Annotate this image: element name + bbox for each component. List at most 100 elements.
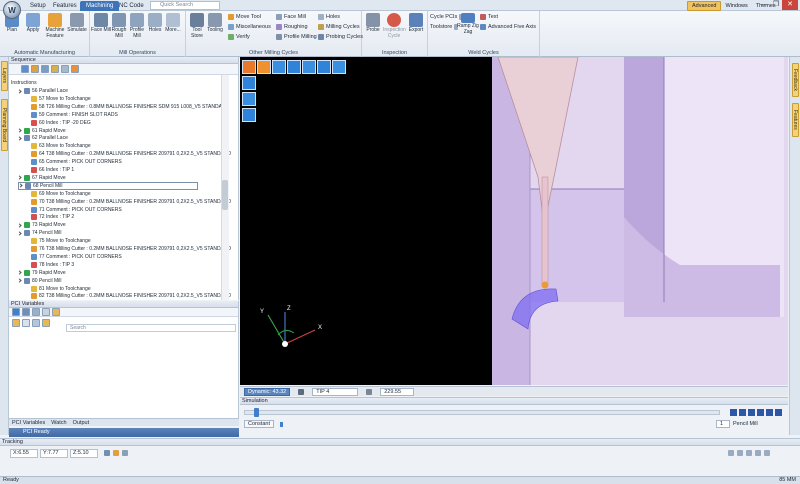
- seq-tool-1-icon[interactable]: [21, 65, 29, 73]
- filter-2-icon[interactable]: [22, 319, 30, 327]
- quick-search-input[interactable]: Quick Search: [150, 1, 220, 10]
- expand-icon[interactable]: [18, 183, 23, 188]
- fast-forward-icon[interactable]: [775, 409, 782, 416]
- track-tool-2-icon[interactable]: [113, 450, 119, 456]
- sequence-item[interactable]: 81 Move to Toolchange: [31, 285, 91, 293]
- stop-icon[interactable]: [730, 409, 737, 416]
- sequence-item[interactable]: 57 Move to Toolchange: [31, 95, 91, 103]
- expand-icon[interactable]: [17, 223, 22, 228]
- sequence-item[interactable]: 77 Comment : PICK OUT CORNERS: [31, 253, 122, 261]
- export-button[interactable]: Export: [405, 13, 427, 34]
- step-input[interactable]: 1: [716, 420, 730, 428]
- move-tool-button[interactable]: Move Tool: [228, 13, 261, 21]
- advanced-five-axis-button[interactable]: Advanced Five Axis: [480, 23, 536, 31]
- ramp-zig-zag-button[interactable]: Ramp Zig Zag: [456, 13, 480, 35]
- front-view-icon[interactable]: [242, 108, 256, 122]
- zoom-view-icon[interactable]: [302, 60, 316, 74]
- track-tool-1-icon[interactable]: [104, 450, 110, 456]
- step-back-icon[interactable]: [748, 409, 755, 416]
- zoom-level-select[interactable]: 229.55: [380, 387, 415, 396]
- simulate-button[interactable]: Simulate: [66, 13, 88, 34]
- tab-output[interactable]: Output: [73, 420, 90, 426]
- text-button[interactable]: Text: [480, 13, 498, 21]
- sequence-item[interactable]: 65 Comment : PICK OUT CORNERS: [31, 158, 122, 166]
- tab-features[interactable]: Features: [47, 1, 83, 11]
- simulation-timeline-thumb[interactable]: [254, 408, 260, 417]
- snap-3-icon[interactable]: [746, 450, 752, 456]
- seq-tool-3-icon[interactable]: [41, 65, 49, 73]
- filter-3-icon[interactable]: [32, 319, 40, 327]
- top-view-icon[interactable]: [242, 92, 256, 106]
- play-icon[interactable]: [757, 409, 764, 416]
- machine-feature-button[interactable]: Machine Feature: [44, 13, 66, 39]
- fit-view-icon[interactable]: [332, 60, 346, 74]
- sequence-item[interactable]: 61 Rapid Move: [17, 127, 66, 135]
- track-tool-3-icon[interactable]: [122, 450, 128, 456]
- maximize-icon[interactable]: ❐: [770, 0, 782, 10]
- sequence-item[interactable]: 69 Move to Toolchange: [31, 190, 91, 198]
- snap-1-icon[interactable]: [728, 450, 734, 456]
- snap-2-icon[interactable]: [737, 450, 743, 456]
- speed-slider[interactable]: [280, 422, 283, 427]
- sequence-item[interactable]: 75 Move to Toolchange: [31, 237, 91, 245]
- sequence-item[interactable]: 67 Rapid Move: [17, 174, 66, 182]
- probing-cycles-button[interactable]: Probing Cycles: [318, 33, 363, 41]
- filter-4-icon[interactable]: [42, 319, 50, 327]
- sequence-item[interactable]: 56 Parallel Lace: [17, 87, 68, 95]
- snap-4-icon[interactable]: [755, 450, 761, 456]
- sequence-item[interactable]: 62 Parallel Lace: [17, 134, 68, 142]
- holes-small-button[interactable]: Holes: [318, 13, 340, 21]
- sequence-item[interactable]: 63 Move to Toolchange: [31, 142, 91, 150]
- sequence-item[interactable]: 66 Index : TIP 1: [31, 166, 74, 174]
- sequence-root[interactable]: Instructions: [11, 79, 37, 87]
- toolstore-button[interactable]: Toolstore: [430, 23, 459, 31]
- filter-1-icon[interactable]: [12, 319, 20, 327]
- sequence-item[interactable]: 76 T38 Milling Cutter : 0.2MM BALLNOSE F…: [31, 245, 231, 253]
- face-mill-small-button[interactable]: Face Mill: [276, 13, 306, 21]
- sequence-item[interactable]: 72 Index : TIP 2: [31, 213, 74, 221]
- inspection-cycle-button[interactable]: Inspection Cycle: [383, 13, 406, 39]
- seq-tool-4-icon[interactable]: [51, 65, 59, 73]
- menu-windows[interactable]: Windows: [721, 1, 751, 11]
- sequence-item[interactable]: 74 Pencil Mill: [17, 229, 61, 237]
- sequence-item[interactable]: 58 T26 Milling Cutter : 0.8MM BALLNOSE F…: [31, 103, 229, 111]
- sequence-item[interactable]: 71 Comment : PICK OUT CORNERS: [31, 206, 122, 214]
- close-icon[interactable]: ✕: [782, 0, 798, 10]
- profile-milling-button[interactable]: Profile Milling: [276, 33, 317, 41]
- sequence-scroll-thumb[interactable]: [222, 180, 228, 210]
- more-button[interactable]: More...: [162, 13, 184, 34]
- sequence-item[interactable]: 82 T38 Milling Cutter : 0.2MM BALLNOSE F…: [31, 292, 231, 300]
- sequence-item[interactable]: 68 Pencil Mill: [18, 181, 198, 190]
- seq-tool-6-icon[interactable]: [71, 65, 79, 73]
- expand-icon[interactable]: [17, 128, 22, 133]
- tooling-button[interactable]: Tooling: [204, 13, 226, 34]
- 3d-viewport[interactable]: X Y Z: [240, 57, 788, 385]
- pci-search-input[interactable]: Search: [66, 324, 236, 332]
- feedback-tab[interactable]: Feedback: [792, 63, 799, 97]
- tab-watch[interactable]: Watch: [51, 420, 66, 426]
- milling-cycles-button[interactable]: Milling Cycles: [318, 23, 360, 31]
- shaded-view-icon[interactable]: [242, 60, 256, 74]
- roughing-button[interactable]: Roughing: [276, 23, 308, 31]
- step-forward-icon[interactable]: [766, 409, 773, 416]
- folder-icon[interactable]: [52, 308, 60, 316]
- menu-advanced[interactable]: Advanced: [687, 1, 722, 11]
- expand-icon[interactable]: [17, 231, 22, 236]
- tip-select[interactable]: TIP 4: [312, 387, 359, 396]
- expand-icon[interactable]: [17, 88, 22, 94]
- reset-icon[interactable]: [42, 308, 50, 316]
- seq-tool-2-icon[interactable]: [31, 65, 39, 73]
- sequence-item[interactable]: 64 T38 Milling Cutter : 0.2MM BALLNOSE F…: [31, 150, 231, 158]
- sequence-item[interactable]: 79 Rapid Move: [17, 269, 66, 277]
- snap-5-icon[interactable]: [764, 450, 770, 456]
- sequence-item[interactable]: 59 Comment : FINISH SLOT RADS: [31, 111, 118, 119]
- app-menu-button[interactable]: W: [3, 1, 21, 19]
- miscellaneous-button[interactable]: Miscellaneous: [228, 23, 271, 31]
- layers-tab[interactable]: Layers: [1, 61, 8, 91]
- run-icon[interactable]: [12, 308, 20, 316]
- minimize-icon[interactable]: —: [758, 0, 770, 10]
- rotate-view-icon[interactable]: [272, 60, 286, 74]
- sequence-item[interactable]: 78 Index : TIP 3: [31, 261, 74, 269]
- sequence-item[interactable]: 60 Index : TIP -20 DEG: [31, 119, 91, 127]
- expand-icon[interactable]: [17, 175, 22, 181]
